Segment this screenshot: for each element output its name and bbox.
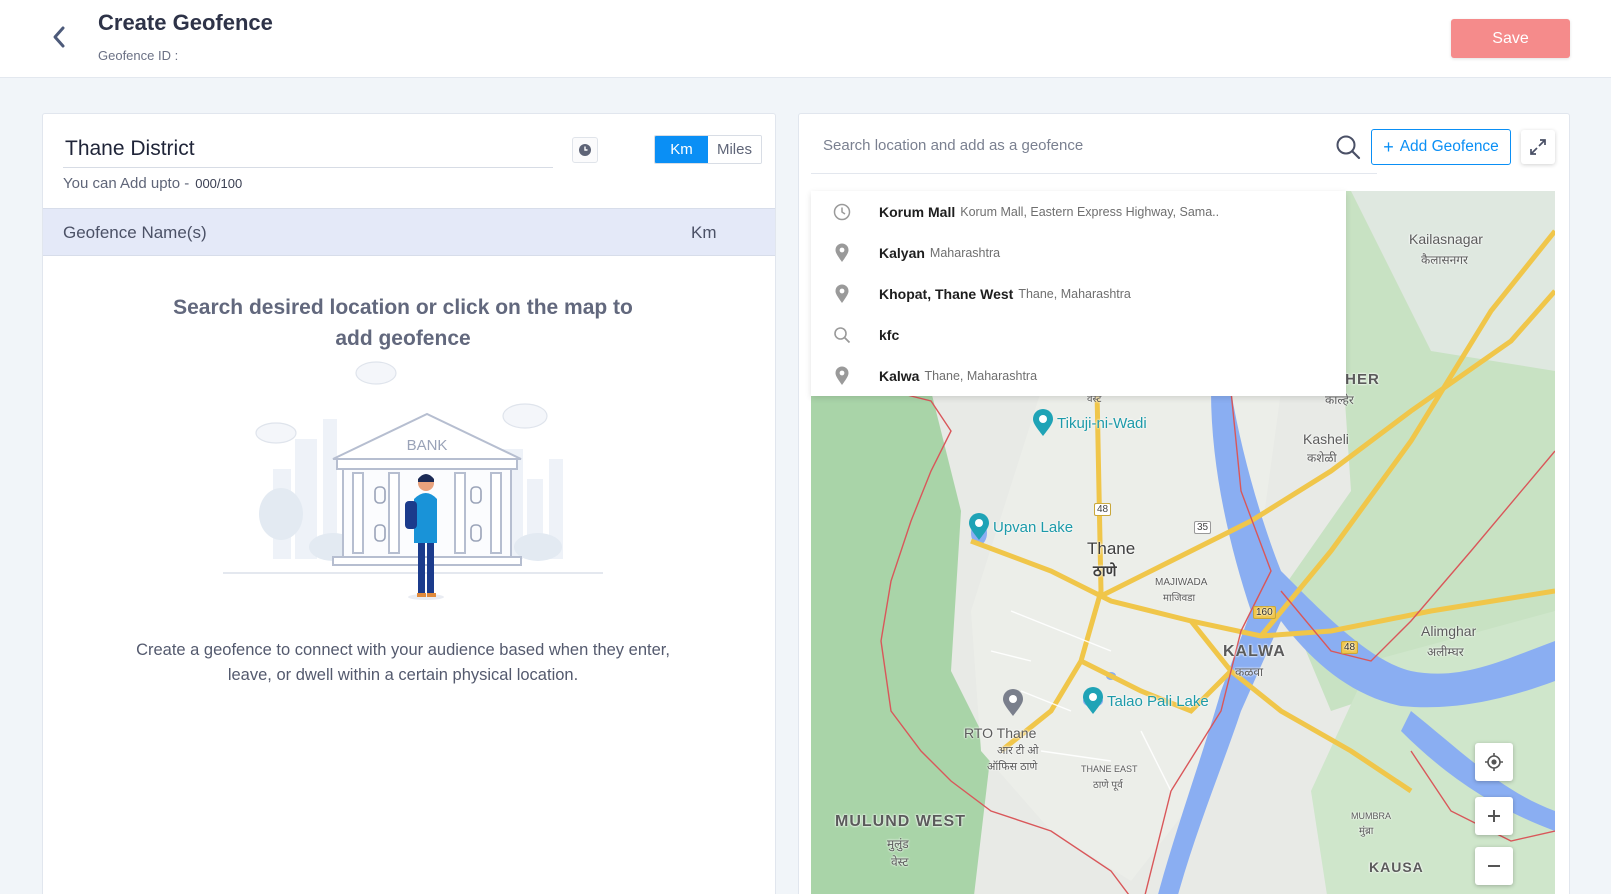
map-label-alimghar-mr: अलीम्घर xyxy=(1427,645,1464,659)
map-label-majiwada-mr: माजिवडा xyxy=(1163,593,1196,604)
map-label-thane-east: THANE EAST xyxy=(1081,764,1138,774)
suggestion-item[interactable]: Korum Mall Korum Mall, Eastern Express H… xyxy=(811,191,1346,232)
geofence-id-label: Geofence ID : xyxy=(98,48,179,63)
map-label-kalwa: KALWA xyxy=(1223,643,1286,660)
suggestion-sub-text: Thane, Maharashtra xyxy=(1018,286,1131,301)
svg-text:BANK: BANK xyxy=(407,437,448,454)
fullscreen-button[interactable] xyxy=(1521,130,1555,164)
map-label-kasheli-mr: कशेळी xyxy=(1307,451,1337,465)
plus-icon xyxy=(1488,810,1500,822)
limit-count: 000/100 xyxy=(195,176,243,191)
map-label-mulund-mr1: मुलुंड xyxy=(887,837,909,851)
highway-35-shield: 35 xyxy=(1194,521,1212,534)
map-label-thane: Thane xyxy=(1087,539,1136,558)
map-label-kailasnagar-mr: कैलासनगर xyxy=(1421,253,1468,267)
zoom-in-button[interactable] xyxy=(1475,797,1513,835)
save-button[interactable]: Save xyxy=(1451,19,1570,58)
poi-talao-pali-lake[interactable]: Talao Pali Lake xyxy=(1107,693,1209,710)
top-bar: Create Geofence Geofence ID : Save xyxy=(0,0,1611,78)
unit-miles-option[interactable]: Miles xyxy=(708,136,761,163)
map-label-kalwa-mr: कळवा xyxy=(1235,665,1264,679)
pin-icon xyxy=(831,283,853,305)
map-panel: + Add Geofence xyxy=(798,113,1570,894)
map-label-thane-east-mr: ठाणे पूर्व xyxy=(1093,780,1123,791)
suggestion-sub-text: Thane, Maharashtra xyxy=(924,368,1038,383)
expand-icon xyxy=(1530,139,1546,155)
suggestion-main-text: Korum Mall xyxy=(879,203,956,220)
poi-pin-icon[interactable] xyxy=(1032,409,1054,437)
poi-tikuji-ni-wadi[interactable]: Tikuji-ni-Wadi xyxy=(1057,415,1147,432)
map-label-kasheli: Kasheli xyxy=(1303,431,1349,447)
suggestion-sub-text: Maharashtra xyxy=(929,245,1001,260)
highway-48b-shield: 48 xyxy=(1341,641,1359,654)
map-label-alimghar: Alimghar xyxy=(1421,623,1477,639)
suggestion-sub-text: Korum Mall, Eastern Express Highway, Sam… xyxy=(960,204,1220,219)
suggestion-item[interactable]: Kalwa Thane, Maharashtra xyxy=(811,355,1346,396)
back-button[interactable] xyxy=(44,22,74,52)
chevron-left-icon xyxy=(53,26,65,48)
add-geofence-button[interactable]: + Add Geofence xyxy=(1371,129,1511,165)
search-underline xyxy=(811,173,1377,174)
map-label-mumbra: MUMBRA xyxy=(1351,811,1391,821)
location-search-input[interactable] xyxy=(823,131,1303,159)
poi-pin-icon[interactable] xyxy=(968,513,990,541)
map-label-rto-mr2: ऑफिस ठाणे xyxy=(987,761,1038,773)
poi-pin-icon[interactable] xyxy=(1082,687,1104,715)
suggestion-main-text: kfc xyxy=(879,326,900,343)
highway-160-shield: 160 xyxy=(1253,606,1276,619)
poi-upvan-lake[interactable]: Upvan Lake xyxy=(993,519,1073,536)
empty-state-title: Search desired location or click on the … xyxy=(173,296,633,350)
search-icon xyxy=(831,324,853,346)
pin-icon xyxy=(831,365,853,387)
poi-pin-icon[interactable] xyxy=(1002,689,1024,717)
bank-illustration: BANK xyxy=(223,361,603,600)
page-title: Create Geofence xyxy=(98,10,273,35)
add-geofence-label: Add Geofence xyxy=(1399,138,1499,155)
geofence-name-input[interactable] xyxy=(63,130,553,168)
highway-48-shield: 48 xyxy=(1094,503,1112,516)
map-label-mulund-west: MULUND WEST xyxy=(835,813,966,830)
map-label-kailasnagar: Kailasnagar xyxy=(1409,231,1483,247)
suggestion-main-text: Kalwa xyxy=(879,367,920,384)
suggestions-dropdown: Korum Mall Korum Mall, Eastern Express H… xyxy=(811,191,1346,396)
limit-label: You can Add upto - xyxy=(63,175,190,192)
my-location-button[interactable] xyxy=(1475,743,1513,781)
map-label-rto-thane: RTO Thane xyxy=(964,725,1037,741)
schedule-button[interactable] xyxy=(572,137,598,163)
suggestion-item[interactable]: Kalyan Maharashtra xyxy=(811,232,1346,273)
clock-icon xyxy=(831,201,853,223)
suggestion-item[interactable]: Khopat, Thane West Thane, Maharashtra xyxy=(811,273,1346,314)
map-label-kausa: KAUSA xyxy=(1369,859,1424,875)
limit-text: You can Add upto - 000/100 xyxy=(63,175,242,192)
map-label-majiwada: MAJIWADA xyxy=(1155,577,1208,588)
geofence-table-header: Geofence Name(s) Km xyxy=(43,208,775,256)
suggestion-item[interactable]: kfc xyxy=(811,314,1346,355)
clock-icon xyxy=(579,144,591,156)
crosshair-icon xyxy=(1485,753,1503,771)
map-label-mumbra-mr: मुंब्रा xyxy=(1359,826,1374,837)
minus-icon xyxy=(1488,865,1500,867)
search-icon[interactable] xyxy=(1335,134,1361,160)
pin-icon xyxy=(831,242,853,264)
column-geofence-name: Geofence Name(s) xyxy=(63,223,207,242)
plus-icon: + xyxy=(1383,137,1394,157)
map-label-rto-mr1: आर टी ओ xyxy=(997,745,1039,757)
suggestion-main-text: Khopat, Thane West xyxy=(879,285,1014,302)
map-label-mulund-mr2: वेस्ट xyxy=(891,855,909,869)
geofence-list-panel: Km Miles You can Add upto - 000/100 Geofe… xyxy=(42,113,776,894)
suggestion-main-text: Kalyan xyxy=(879,244,925,261)
empty-state-description: Create a geofence to connect with your a… xyxy=(136,641,670,684)
unit-toggle: Km Miles xyxy=(654,135,762,164)
zoom-out-button[interactable] xyxy=(1475,847,1513,885)
column-unit: Km xyxy=(691,223,717,242)
map-label-thane-mr: ठाणे xyxy=(1093,563,1117,580)
unit-km-option[interactable]: Km xyxy=(655,136,708,163)
